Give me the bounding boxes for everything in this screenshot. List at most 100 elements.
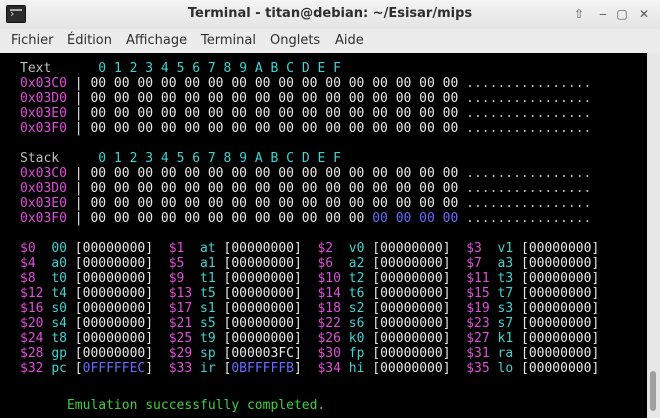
memory-bytes: 00 00 00 00 00 00 00 00 00 00 00 00 00 0…	[90, 91, 459, 106]
register-name: s0	[51, 301, 67, 316]
address-prefix: 0x	[20, 106, 36, 121]
register-value: 00000000	[380, 241, 443, 256]
register-number: $18	[317, 301, 341, 316]
menu-onglets[interactable]: Onglets	[270, 33, 320, 48]
menu-affichage[interactable]: Affichage	[126, 33, 187, 48]
register-name: k1	[497, 331, 514, 346]
title-bar[interactable]: Terminal - titan@debian: ~/Esisar/mips ⇧…	[0, 0, 660, 30]
register-name: t0	[51, 271, 67, 286]
memory-row: 0x03C0 | 00 00 00 00 00 00 00 00 00 00 0…	[20, 166, 592, 181]
register-number: $30	[317, 346, 341, 361]
scrollbar[interactable]	[647, 53, 660, 418]
register-value: 00000000	[528, 346, 592, 361]
register-name: pc	[51, 361, 67, 376]
register-name: s1	[200, 301, 216, 316]
hex-column-header: 1	[113, 151, 122, 166]
memory-row: 0x03F0 | 00 00 00 00 00 00 00 00 00 00 0…	[20, 121, 592, 136]
register-name: a0	[51, 256, 67, 271]
register-name: t2	[348, 271, 365, 286]
hex-column-header: 7	[207, 151, 216, 166]
register-row: $28 gp [00000000] $29 sp [000003FC] $30 …	[20, 346, 600, 361]
register-name: a1	[200, 256, 216, 271]
register-value: 000003FC	[231, 346, 294, 361]
register-number: $5	[168, 256, 185, 271]
register-value: 00000000	[231, 301, 294, 316]
address: 03C0	[35, 166, 67, 181]
memory-bytes: 00 00 00 00 00 00 00 00 00 00 00 00 00 0…	[90, 76, 459, 91]
register-number: $10	[317, 271, 341, 286]
memory-row: 0x03D0 | 00 00 00 00 00 00 00 00 00 00 0…	[20, 181, 592, 196]
register-row: $32 pc [0FFFFFEC] $33 ir [0BFFFFFB] $34 …	[20, 361, 600, 376]
register-name: s5	[200, 316, 216, 331]
register-number: $3	[466, 241, 482, 256]
register-value: 00000000	[528, 256, 592, 271]
register-value: 00000000	[380, 331, 443, 346]
register-number: $23	[466, 316, 490, 331]
register-value: 00000000	[82, 271, 146, 286]
register-row: $4 a0 [00000000] $5 a1 [00000000] $6 a2 …	[20, 256, 600, 271]
hex-column-header: A	[254, 61, 263, 76]
memory-bytes: 00 00 00 00 00 00 00 00 00 00 00 00	[90, 211, 365, 226]
register-name: s6	[348, 316, 365, 331]
register-value: 0FFFFFEC	[82, 361, 146, 376]
hex-column-header: 9	[239, 151, 248, 166]
register-value: 00000000	[231, 286, 294, 301]
memory-row: 0x03D0 | 00 00 00 00 00 00 00 00 00 00 0…	[20, 91, 592, 106]
register-name: fp	[348, 346, 365, 361]
hex-column-header: D	[301, 61, 310, 76]
hex-column-header: 6	[192, 151, 201, 166]
menu-edition[interactable]: Édition	[67, 33, 112, 48]
register-name: lo	[497, 361, 514, 376]
memory-row: 0x03E0 | 00 00 00 00 00 00 00 00 00 00 0…	[20, 106, 592, 121]
register-value: 00000000	[82, 346, 146, 361]
minimize-icon[interactable]: ‒	[596, 7, 610, 21]
address: 03F0	[35, 121, 67, 136]
address: 03D0	[35, 91, 67, 106]
ascii-dump: ................	[466, 91, 592, 106]
hex-column-header: 9	[239, 61, 248, 76]
memory-bytes: 00 00 00 00 00 00 00 00 00 00 00 00 00 0…	[90, 166, 459, 181]
register-name: t4	[51, 286, 67, 301]
register-number: $20	[20, 316, 44, 331]
hex-column-header: A	[254, 151, 263, 166]
register-number: $1	[168, 241, 185, 256]
memory-bytes: 00 00 00 00 00 00 00 00 00 00 00 00 00 0…	[90, 106, 459, 121]
hex-column-header: 3	[145, 61, 154, 76]
hex-column-header: D	[301, 151, 310, 166]
register-number: $0	[20, 241, 36, 256]
register-number: $2	[317, 241, 334, 256]
ascii-dump: ................	[466, 211, 592, 226]
hex-column-header: F	[333, 151, 341, 166]
close-icon[interactable]: ✕	[637, 7, 651, 21]
memory-row: 0x03E0 | 00 00 00 00 00 00 00 00 00 00 0…	[20, 196, 592, 211]
register-number: $12	[20, 286, 44, 301]
register-value: 00000000	[231, 256, 294, 271]
register-name: t8	[51, 331, 67, 346]
hex-column-header: 7	[207, 61, 216, 76]
menu-terminal[interactable]: Terminal	[201, 33, 256, 48]
register-number: $27	[466, 331, 490, 346]
maximize-icon[interactable]: ▢	[615, 7, 629, 21]
register-name: 00	[51, 241, 67, 256]
shade-icon[interactable]: ⇧	[572, 7, 586, 21]
register-number: $11	[466, 271, 490, 286]
address-prefix: 0x	[20, 166, 36, 181]
ascii-dump: ................	[466, 196, 592, 211]
register-value: 00000000	[82, 286, 146, 301]
register-name: s7	[497, 316, 514, 331]
terminal-output[interactable]: Text 0 1 2 3 4 5 6 7 8 9 A B C D E F 0x03…	[0, 53, 647, 418]
register-name: t1	[200, 271, 216, 286]
menu-aide[interactable]: Aide	[335, 33, 364, 48]
register-row: $12 t4 [00000000] $13 t5 [00000000] $14 …	[20, 286, 600, 301]
register-value: 00000000	[528, 301, 592, 316]
register-number: $26	[317, 331, 341, 346]
register-value: 00000000	[380, 301, 443, 316]
menu-bar: Fichier Édition Affichage Terminal Ongle…	[0, 29, 660, 53]
register-value: 00000000	[380, 271, 443, 286]
ascii-dump: ................	[466, 166, 592, 181]
scrollbar-thumb[interactable]	[650, 371, 656, 411]
menu-fichier[interactable]: Fichier	[11, 33, 54, 48]
register-row: $24 t8 [00000000] $25 t9 [00000000] $26 …	[20, 331, 600, 346]
register-name: hi	[348, 361, 365, 376]
register-number: $35	[466, 361, 490, 376]
